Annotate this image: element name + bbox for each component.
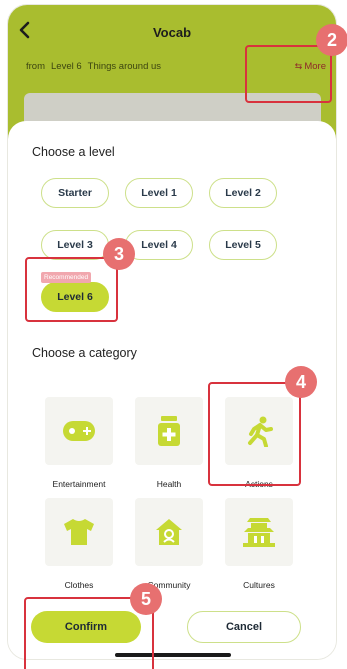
level-pill-5[interactable]: Level 5 — [209, 230, 277, 260]
annotation-box-3 — [25, 257, 118, 322]
page-title: Vocab — [152, 25, 192, 40]
annotation-badge-5: 5 — [130, 583, 162, 615]
category-cultures[interactable]: Cultures — [223, 498, 303, 598]
gamepad-icon — [45, 397, 113, 465]
level-pill-2[interactable]: Level 2 — [209, 178, 277, 208]
category-label: Cultures — [243, 580, 275, 590]
level-pill-4[interactable]: Level 4 — [125, 230, 193, 260]
category-clothes[interactable]: Clothes — [43, 498, 123, 598]
category-health[interactable]: Health — [133, 397, 213, 497]
level-pill-3[interactable]: Level 3 — [41, 230, 109, 260]
medicine-jar-icon — [135, 397, 203, 465]
from-label: from — [26, 61, 45, 72]
category-entertainment[interactable]: Entertainment — [43, 397, 123, 497]
level-pill-starter[interactable]: Starter — [41, 178, 109, 208]
tshirt-icon — [45, 498, 113, 566]
annotation-box-2 — [245, 45, 332, 103]
annotation-badge-3: 3 — [103, 238, 135, 270]
category-label: Health — [156, 479, 182, 489]
category-label: Entertainment — [52, 479, 106, 489]
vocab-source-row: from Level 6 Things around us — [26, 61, 167, 72]
category-label: Clothes — [64, 580, 94, 590]
current-level-text: Level 6 — [51, 61, 82, 72]
community-building-icon — [135, 498, 203, 566]
current-topic-text: Things around us — [87, 61, 162, 72]
temple-icon — [225, 498, 293, 566]
level-section-title: Choose a level — [32, 145, 115, 159]
level-pill-1[interactable]: Level 1 — [125, 178, 193, 208]
annotation-badge-2: 2 — [316, 24, 347, 56]
cancel-button[interactable]: Cancel — [187, 611, 301, 643]
annotation-badge-4: 4 — [285, 366, 317, 398]
category-section-title: Choose a category — [32, 346, 137, 360]
annotation-box-4 — [208, 382, 301, 486]
